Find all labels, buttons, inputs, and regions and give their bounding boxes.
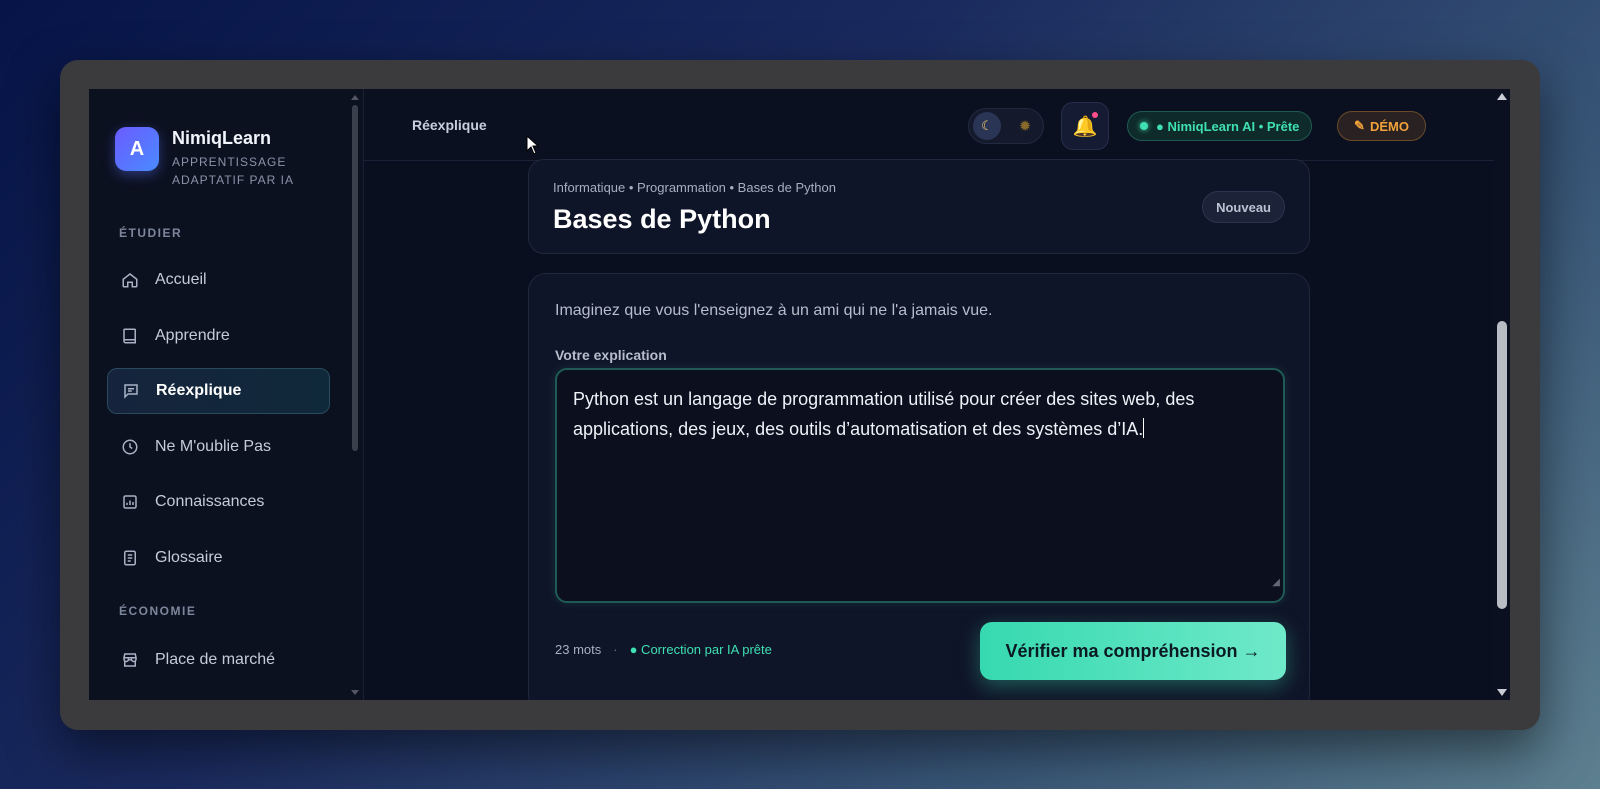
sidebar-item-glossaire[interactable]: Glossaire bbox=[107, 535, 330, 581]
moon-icon[interactable]: ☾ bbox=[973, 112, 1001, 140]
sun-icon[interactable]: ✹ bbox=[1015, 116, 1035, 136]
sidebar-scrollbar[interactable] bbox=[351, 95, 359, 695]
notification-dot bbox=[1092, 112, 1098, 118]
breadcrumb: Informatique • Programmation • Bases de … bbox=[553, 180, 836, 195]
ai-correction-status: ● Correction par IA prête bbox=[629, 642, 772, 657]
explanation-card: Imaginez que vous l'enseignez à un ami q… bbox=[528, 273, 1310, 700]
scroll-thumb[interactable] bbox=[1497, 321, 1507, 609]
topic-header-card: Informatique • Programmation • Bases de … bbox=[528, 159, 1310, 254]
explanation-label: Votre explication bbox=[555, 347, 667, 363]
app-tagline: APPRENTISSAGE ADAPTATIF PAR IA bbox=[172, 155, 295, 187]
chat-icon bbox=[122, 382, 140, 400]
ai-status-pill[interactable]: ● NimiqLearn AI • Prête bbox=[1127, 111, 1313, 141]
sidebar-item-connaissances[interactable]: Connaissances bbox=[107, 479, 330, 525]
section-label-study: ÉTUDIER bbox=[119, 226, 183, 240]
demo-label: DÉMO bbox=[1369, 118, 1409, 134]
sidebar-item-place-de-marche[interactable]: Place de marché bbox=[107, 637, 330, 683]
mouse-cursor-icon bbox=[526, 135, 540, 155]
home-icon bbox=[121, 271, 139, 289]
sidebar-item-label: Place de marché bbox=[155, 651, 276, 668]
app-window: A NimiqLearn APPRENTISSAGE ADAPTATIF PAR… bbox=[89, 89, 1510, 700]
text-caret bbox=[1143, 418, 1145, 438]
explanation-textarea[interactable]: Python est un langage de programmation u… bbox=[555, 368, 1285, 603]
explanation-footer: 23 mots · ● Correction par IA prête bbox=[555, 642, 772, 657]
status-badge: Nouveau bbox=[1202, 191, 1285, 223]
sidebar-item-label: Réexplique bbox=[156, 382, 242, 399]
main-content: Réexplique ☾ ✹ 🔔 ● NimiqLearn AI • Prête… bbox=[364, 89, 1510, 700]
scroll-up-arrow[interactable] bbox=[1497, 93, 1507, 100]
word-count: 23 mots bbox=[555, 642, 602, 657]
sidebar-item-label: Ne M'oublie Pas bbox=[155, 438, 271, 455]
logo-icon: A bbox=[115, 127, 159, 171]
brand[interactable]: A NimiqLearn APPRENTISSAGE ADAPTATIF PAR… bbox=[115, 127, 302, 189]
topbar: Réexplique ☾ ✹ 🔔 ● NimiqLearn AI • Prête… bbox=[364, 89, 1510, 161]
scroll-thumb[interactable] bbox=[352, 105, 358, 451]
page-label: Réexplique bbox=[412, 117, 487, 133]
section-label-economy: ÉCONOMIE bbox=[119, 604, 197, 618]
ai-status-text: ● NimiqLearn AI • Prête bbox=[1156, 118, 1300, 134]
sidebar-item-label: Glossaire bbox=[155, 549, 223, 566]
main-scrollbar[interactable] bbox=[1494, 89, 1510, 700]
chart-icon bbox=[121, 493, 139, 511]
clock-icon bbox=[121, 438, 139, 456]
app-name: NimiqLearn bbox=[172, 128, 272, 148]
sidebar-item-apprendre[interactable]: Apprendre bbox=[107, 313, 330, 359]
sidebar-item-accueil[interactable]: Accueil bbox=[107, 257, 330, 303]
book-icon bbox=[121, 327, 139, 345]
sidebar: A NimiqLearn APPRENTISSAGE ADAPTATIF PAR… bbox=[89, 89, 364, 700]
scroll-down-arrow[interactable] bbox=[1497, 689, 1507, 696]
explanation-text: Python est un langage de programmation u… bbox=[573, 389, 1195, 439]
status-dot-icon bbox=[1140, 122, 1148, 130]
sidebar-item-label: Apprendre bbox=[155, 327, 230, 344]
demo-badge[interactable]: ✎ DÉMO bbox=[1337, 111, 1426, 141]
sidebar-item-label: Connaissances bbox=[155, 493, 265, 510]
sidebar-item-ne-moublie-pas[interactable]: Ne M'oublie Pas bbox=[107, 424, 330, 470]
sidebar-item-label: Accueil bbox=[155, 271, 207, 288]
instruction-text: Imaginez que vous l'enseignez à un ami q… bbox=[555, 302, 993, 319]
document-icon bbox=[121, 549, 139, 567]
page-title: Bases de Python bbox=[553, 204, 771, 234]
resize-handle-icon[interactable]: ◢ bbox=[1272, 568, 1280, 598]
separator: · bbox=[613, 642, 618, 657]
store-icon bbox=[121, 651, 139, 669]
notifications-button[interactable]: 🔔 bbox=[1061, 102, 1109, 150]
pencil-icon: ✎ bbox=[1354, 118, 1365, 133]
scroll-up-arrow[interactable] bbox=[351, 95, 359, 100]
scroll-down-arrow[interactable] bbox=[351, 690, 359, 695]
verify-understanding-button[interactable]: Vérifier ma compréhension → bbox=[980, 622, 1286, 680]
theme-toggle[interactable]: ☾ ✹ bbox=[968, 108, 1044, 144]
sidebar-item-reexplique[interactable]: Réexplique bbox=[107, 368, 330, 414]
